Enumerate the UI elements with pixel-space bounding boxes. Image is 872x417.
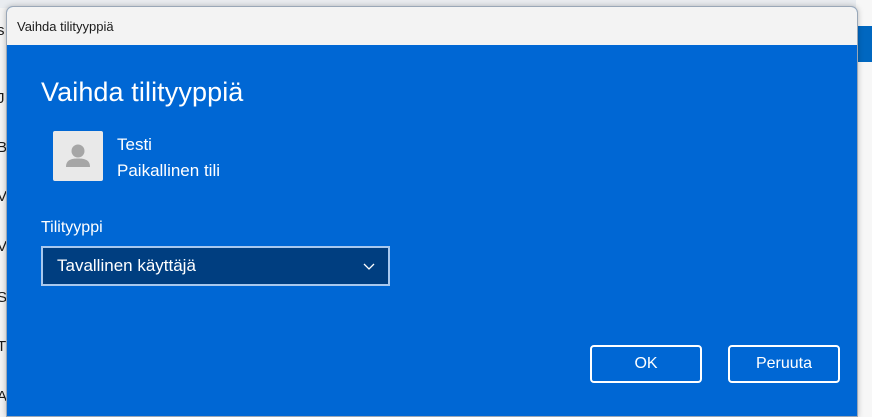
- background-right-strip: [856, 0, 872, 417]
- dialog-content: Vaihda tilityyppiä Testi Paikallinen til…: [7, 45, 857, 416]
- user-account-kind: Paikallinen tili: [117, 161, 220, 180]
- user-name: Testi: [117, 135, 152, 154]
- background-accent-bar: [856, 26, 872, 62]
- account-type-dropdown[interactable]: Tavallinen käyttäjä: [41, 246, 390, 286]
- dialog-heading: Vaihda tilityyppiä: [41, 77, 244, 107]
- person-icon: [66, 144, 90, 167]
- chevron-down-icon: [363, 263, 375, 270]
- ok-button[interactable]: OK: [590, 345, 702, 383]
- dialog-titlebar[interactable]: Vaihda tilityyppiä: [7, 7, 857, 45]
- dialog-title: Vaihda tilityyppiä: [17, 18, 114, 34]
- cancel-button[interactable]: Peruuta: [728, 345, 840, 383]
- avatar: [53, 131, 103, 181]
- account-type-label: Tilityyppi: [41, 219, 103, 236]
- change-account-type-dialog: Vaihda tilityyppiä Vaihda tilityyppiä Te…: [6, 6, 858, 417]
- account-type-selected-value: Tavallinen käyttäjä: [57, 256, 196, 275]
